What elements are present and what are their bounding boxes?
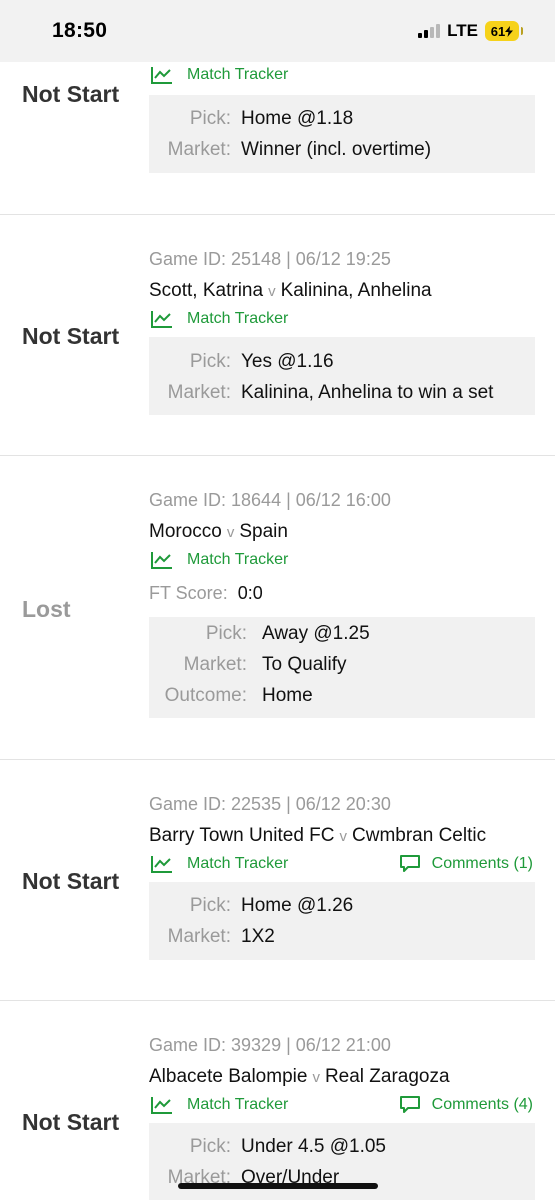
bet-status: Lost xyxy=(22,596,71,622)
away-team: Kalinina, Anhelina xyxy=(280,280,432,301)
match-tracker-link[interactable]: Match Tracker xyxy=(151,855,288,873)
ft-score: FT Score: 0:0 xyxy=(149,583,263,604)
match-teams: Scott, Katrina v Kalinina, Anhelina xyxy=(149,280,432,302)
comments-label: Comments (1) xyxy=(431,855,533,872)
home-team: Albacete Balompie xyxy=(149,1066,308,1087)
versus-label: v xyxy=(312,1069,320,1086)
pick-value: Yes @1.16 xyxy=(241,351,334,372)
pick-value: Under 4.5 @1.05 xyxy=(241,1136,386,1157)
pick-label: Pick: xyxy=(189,1136,231,1157)
bet-status: Not Start xyxy=(22,81,120,107)
pick-row: Pick: Home @1.26 xyxy=(149,895,353,917)
game-id: Game ID: 18644 | 06/12 16:00 xyxy=(149,490,391,510)
home-team: Morocco xyxy=(149,521,222,542)
market-row: Market: Kalinina, Anhelina to win a set xyxy=(149,382,494,404)
bet-card[interactable]: Game ID: 18644 | 06/12 16:00 Morocco v Spa… xyxy=(0,456,555,760)
market-value: Kalinina, Anhelina to win a set xyxy=(241,382,494,403)
ft-score-label: FT Score: xyxy=(149,583,228,603)
match-tracker-label: Match Tracker xyxy=(187,66,289,83)
line-chart-icon xyxy=(151,856,172,873)
home-team: Scott, Katrina xyxy=(149,280,264,301)
bet-detail-box: Pick: Home @1.18 Market: Winner (incl. o… xyxy=(149,95,535,173)
outcome-row: Outcome: Home xyxy=(149,685,313,707)
battery-indicator: 61 xyxy=(485,21,523,41)
match-tracker-link[interactable]: Match Tracker xyxy=(151,66,288,84)
battery-level: 61 xyxy=(490,23,506,39)
market-value: 1X2 xyxy=(241,926,275,947)
comments-link[interactable]: Comments (1) xyxy=(399,855,533,873)
away-team: Cwmbran Celtic xyxy=(352,825,487,846)
match-teams: Albacete Balompie v Real Zaragoza xyxy=(149,1066,450,1088)
pick-row: Pick: Under 4.5 @1.05 xyxy=(149,1136,386,1158)
line-chart-icon xyxy=(151,552,172,569)
bet-status: Not Start xyxy=(22,323,120,349)
match-tracker-link[interactable]: Match Tracker xyxy=(151,551,288,569)
pick-row: Pick: Away @1.25 xyxy=(149,623,370,645)
bet-status: Not Start xyxy=(22,868,120,894)
market-row: Market: 1X2 xyxy=(149,926,275,948)
market-row: Market: Winner (incl. overtime) xyxy=(149,139,431,161)
outcome-label: Outcome: xyxy=(164,685,247,706)
status-indicators: LTE 61 xyxy=(418,21,523,41)
away-team: Real Zaragoza xyxy=(324,1066,450,1087)
home-indicator[interactable] xyxy=(178,1183,378,1189)
pick-label: Pick: xyxy=(189,351,231,372)
bet-card[interactable]: Game ID: 39329 | 06/12 21:00 Albacete Ba… xyxy=(0,1001,555,1200)
bet-card[interactable]: Not Start Match Tracker Pick: Home @1.18… xyxy=(0,62,555,215)
match-tracker-label: Match Tracker xyxy=(187,855,289,872)
line-chart-icon xyxy=(151,311,172,328)
match-tracker-label: Match Tracker xyxy=(187,310,289,327)
pick-row: Pick: Home @1.18 xyxy=(149,108,353,130)
match-tracker-label: Match Tracker xyxy=(187,551,289,568)
line-chart-icon xyxy=(151,67,172,84)
outcome-value: Home xyxy=(262,685,313,706)
pick-row: Pick: Yes @1.16 xyxy=(149,351,334,373)
game-id: Game ID: 22535 | 06/12 20:30 xyxy=(149,794,391,814)
match-teams: Barry Town United FC v Cwmbran Celtic xyxy=(149,825,486,847)
match-teams: Morocco v Spain xyxy=(149,521,288,543)
pick-label: Pick: xyxy=(189,108,231,129)
pick-value: Away @1.25 xyxy=(262,623,370,644)
cellular-signal-icon xyxy=(418,24,441,38)
pick-value: Home @1.18 xyxy=(241,108,354,129)
pick-label: Pick: xyxy=(205,623,247,644)
line-chart-icon xyxy=(151,1097,172,1114)
speech-bubble-icon xyxy=(399,1096,420,1113)
home-team: Barry Town United FC xyxy=(149,825,335,846)
market-label: Market: xyxy=(167,139,231,160)
comments-link[interactable]: Comments (4) xyxy=(399,1096,533,1114)
comments-label: Comments (4) xyxy=(431,1096,533,1113)
bet-card[interactable]: Game ID: 22535 | 06/12 20:30 Barry Town … xyxy=(0,760,555,1001)
match-tracker-link[interactable]: Match Tracker xyxy=(151,1096,288,1114)
charging-bolt-icon xyxy=(505,25,514,37)
bet-card[interactable]: Game ID: 25148 | 06/12 19:25 Scott, Katr… xyxy=(0,215,555,456)
versus-label: v xyxy=(339,828,348,845)
away-team: Spain xyxy=(239,521,288,542)
status-bar: 18:50 LTE 61 xyxy=(0,0,555,62)
ft-score-value: 0:0 xyxy=(237,583,263,603)
network-type: LTE xyxy=(447,21,478,40)
market-value: Winner (incl. overtime) xyxy=(241,139,432,160)
market-label: Market: xyxy=(167,926,231,947)
bet-status: Not Start xyxy=(22,1109,120,1135)
pick-value: Home @1.26 xyxy=(241,895,354,916)
match-tracker-link[interactable]: Match Tracker xyxy=(151,310,288,328)
bet-detail-box: Pick: Home @1.26 Market: 1X2 xyxy=(149,882,535,960)
pick-label: Pick: xyxy=(189,895,231,916)
speech-bubble-icon xyxy=(399,855,420,872)
versus-label: v xyxy=(268,283,276,300)
market-label: Market: xyxy=(167,382,231,403)
market-value: To Qualify xyxy=(262,654,347,675)
match-tracker-label: Match Tracker xyxy=(187,1096,289,1113)
status-time: 18:50 xyxy=(52,19,108,42)
bet-detail-box: Pick: Yes @1.16 Market: Kalinina, Anheli… xyxy=(149,337,535,415)
versus-label: v xyxy=(226,524,235,541)
market-row: Market: To Qualify xyxy=(149,654,347,676)
game-id: Game ID: 39329 | 06/12 21:00 xyxy=(149,1035,391,1055)
bet-detail-box: Pick: Away @1.25 Market: To Qualify Outc… xyxy=(149,617,535,718)
game-id: Game ID: 25148 | 06/12 19:25 xyxy=(149,249,391,269)
market-label: Market: xyxy=(183,654,247,675)
